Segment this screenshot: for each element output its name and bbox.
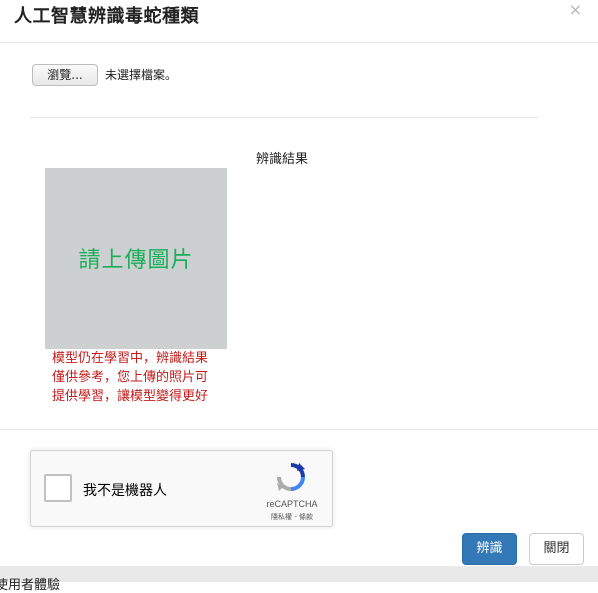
footer-text: 使用者體驗 xyxy=(0,578,61,593)
divider xyxy=(30,117,538,118)
browse-button[interactable]: 瀏覽... xyxy=(32,64,98,86)
notice-line: 僅供參考，您上傳的照片可 xyxy=(52,370,209,385)
recaptcha-checkbox[interactable] xyxy=(44,474,72,502)
recaptcha-label: 我不是機器人 xyxy=(83,483,167,499)
page-footer-strip: 使用者體驗 xyxy=(0,566,598,593)
model-notice: 模型仍在學習中，辨識結果 僅供參考，您上傳的照片可 提供學習，讓模型變得更好 xyxy=(52,349,232,406)
recaptcha-widget: 我不是機器人 reCAPTCHA 隱私權 - 條款 xyxy=(30,450,333,527)
close-icon[interactable]: × xyxy=(569,0,582,19)
preview-placeholder-text: 請上傳圖片 xyxy=(78,247,194,273)
file-status-text: 未選擇檔案。 xyxy=(105,68,178,82)
identify-button[interactable]: 辨識 xyxy=(462,533,517,565)
recaptcha-links[interactable]: 隱私權 - 條款 xyxy=(257,512,327,522)
modal-title: 人工智慧辨識毒蛇種類 xyxy=(14,6,199,27)
divider xyxy=(0,429,598,430)
notice-line: 模型仍在學習中，辨識結果 xyxy=(52,351,209,366)
result-heading: 辨識結果 xyxy=(256,152,309,167)
image-preview: 請上傳圖片 xyxy=(45,168,227,349)
notice-line: 提供學習，讓模型變得更好 xyxy=(52,389,209,404)
recaptcha-logo-icon xyxy=(277,463,305,491)
recaptcha-brand: reCAPTCHA xyxy=(266,499,318,509)
modal-header: 人工智慧辨識毒蛇種類 × xyxy=(0,0,598,43)
close-button[interactable]: 關閉 xyxy=(529,533,584,565)
